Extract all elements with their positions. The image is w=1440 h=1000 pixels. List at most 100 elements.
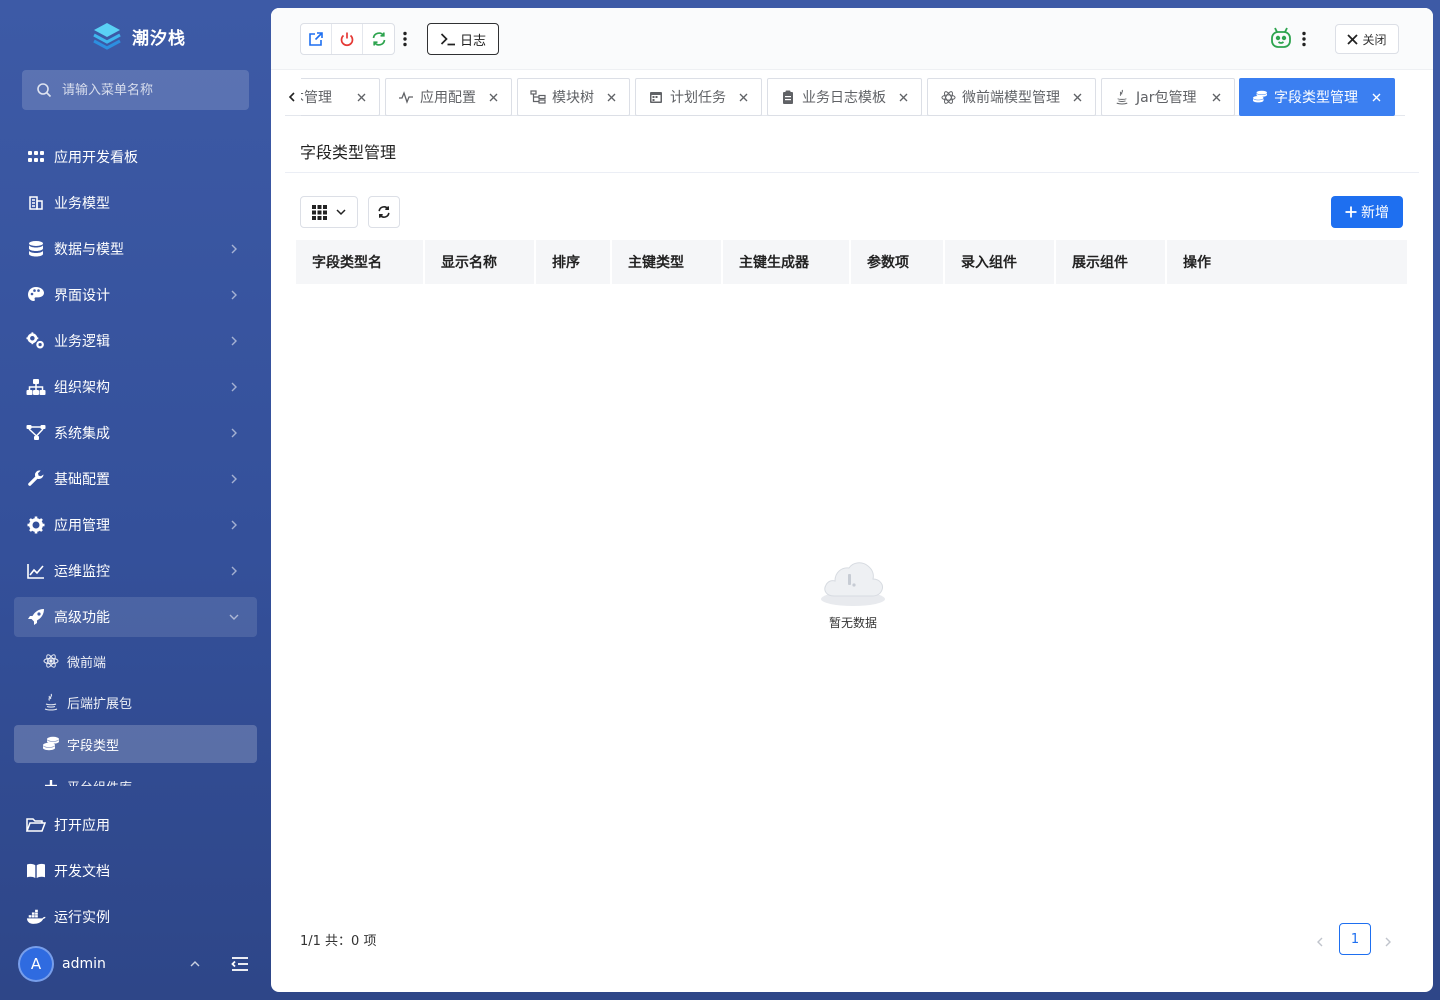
- close-button[interactable]: 关闭: [1335, 24, 1399, 54]
- refresh-button[interactable]: [368, 196, 400, 228]
- coins-icon: [1252, 89, 1268, 105]
- sidebar-item-org-structure[interactable]: 组织架构: [14, 367, 257, 407]
- tab-module-tree[interactable]: 模块树: [517, 78, 630, 116]
- sidebar-subitem-label: 后端扩展包: [67, 696, 133, 712]
- pagination-page[interactable]: 1: [1339, 923, 1371, 955]
- sidebar-item-business-model[interactable]: 业务模型: [14, 183, 257, 223]
- more-vertical-icon[interactable]: [397, 30, 413, 48]
- sidebar-subitem-field-types[interactable]: 字段类型: [14, 725, 257, 763]
- chevron-left-icon[interactable]: [285, 88, 299, 106]
- sidebar-item-running-instances[interactable]: 运行实例: [14, 897, 257, 937]
- sidebar-item-system-integration[interactable]: 系统集成: [14, 413, 257, 453]
- tab-micro-frontend-model[interactable]: 微前端模型管理: [927, 78, 1096, 116]
- sidebar-item-data-model[interactable]: 数据与模型: [14, 229, 257, 269]
- collapse-sidebar-icon[interactable]: [229, 953, 251, 975]
- robot-icon[interactable]: [1269, 26, 1293, 50]
- more-vertical-icon[interactable]: [1296, 30, 1312, 48]
- menu-search-input[interactable]: [62, 82, 232, 98]
- column-header[interactable]: 主键生成器: [723, 240, 851, 284]
- sidebar-item-ui-design[interactable]: 界面设计: [14, 275, 257, 315]
- sidebar-subitem-component-library[interactable]: 平台组件库: [14, 767, 257, 786]
- app-name: 潮汐栈: [132, 28, 186, 49]
- sidebar-item-ops-monitor[interactable]: 运维监控: [14, 551, 257, 591]
- column-header[interactable]: 主键类型: [612, 240, 723, 284]
- close-icon[interactable]: [738, 92, 749, 103]
- main-panel: 日志 关闭 本管理 应用配置 模块树: [271, 8, 1433, 992]
- sidebar-item-dev-docs[interactable]: 开发文档: [14, 851, 257, 891]
- tab-scheduled-tasks[interactable]: 计划任务: [635, 78, 762, 116]
- open-external-button[interactable]: [301, 24, 332, 54]
- app-logo[interactable]: 潮汐栈: [92, 20, 186, 52]
- grid-icon: [26, 147, 46, 167]
- close-icon[interactable]: [606, 92, 617, 103]
- rocket-icon: [26, 607, 46, 627]
- clipboard-icon: [780, 89, 796, 105]
- sidebar-item-advanced-features[interactable]: 高级功能: [14, 597, 257, 637]
- tabs-viewport: 本管理 应用配置 模块树 计划任务 业务日志模板: [301, 78, 1405, 116]
- column-settings-dropdown[interactable]: [300, 196, 358, 228]
- database-icon: [26, 239, 46, 259]
- tab-app-config[interactable]: 应用配置: [385, 78, 512, 116]
- close-icon[interactable]: [1211, 92, 1222, 103]
- sidebar-item-base-config[interactable]: 基础配置: [14, 459, 257, 499]
- avatar[interactable]: A: [18, 946, 54, 982]
- atom-icon: [42, 652, 60, 670]
- sidebar-item-label: 打开应用: [54, 818, 110, 834]
- tree-icon: [530, 89, 546, 105]
- sidebar-item-business-logic[interactable]: 业务逻辑: [14, 321, 257, 361]
- pagination-total: 1/1 共：0 项: [300, 934, 377, 949]
- tab-field-type-management[interactable]: 字段类型管理: [1239, 78, 1395, 116]
- close-icon[interactable]: [1371, 92, 1382, 103]
- close-icon[interactable]: [356, 92, 367, 103]
- log-button-label: 日志: [459, 33, 486, 49]
- power-icon: [340, 32, 354, 47]
- tab-jar-management[interactable]: Jar包管理: [1101, 78, 1235, 116]
- sidebar-item-app-management[interactable]: 应用管理: [14, 505, 257, 545]
- sync-icon: [372, 32, 385, 46]
- log-button[interactable]: 日志: [427, 23, 499, 55]
- close-icon[interactable]: [488, 92, 499, 103]
- add-button[interactable]: 新增: [1331, 196, 1403, 228]
- tab-business-log-template[interactable]: 业务日志模板: [767, 78, 922, 116]
- column-header[interactable]: 参数项: [851, 240, 945, 284]
- sidebar-subitem-label: 字段类型: [67, 738, 120, 754]
- building-icon: [26, 193, 46, 213]
- chevron-left-icon[interactable]: [1313, 934, 1327, 950]
- sidebar-subitem-micro-frontend[interactable]: 微前端: [14, 642, 257, 680]
- cogs-icon: [26, 331, 46, 351]
- column-header[interactable]: 录入组件: [945, 240, 1056, 284]
- close-icon[interactable]: [1072, 92, 1083, 103]
- column-header[interactable]: 展示组件: [1056, 240, 1167, 284]
- line-chart-icon: [26, 561, 46, 581]
- tab-label: 业务日志模板: [802, 90, 886, 106]
- power-button[interactable]: [332, 24, 363, 54]
- chevron-right-icon: [231, 474, 237, 484]
- sidebar-item-label: 高级功能: [54, 610, 110, 626]
- close-button-label: 关闭: [1362, 32, 1387, 47]
- column-header[interactable]: 操作: [1167, 240, 1407, 284]
- sidebar-item-label: 界面设计: [54, 288, 110, 304]
- menu-search[interactable]: [22, 70, 249, 110]
- reload-button[interactable]: [363, 24, 394, 54]
- tab-version-management[interactable]: 本管理: [301, 78, 380, 116]
- sidebar-item-label: 运行实例: [54, 910, 110, 926]
- tab-label: 模块树: [552, 90, 594, 106]
- close-icon[interactable]: [898, 92, 909, 103]
- search-icon: [37, 83, 52, 98]
- chevron-right-icon: [231, 520, 237, 530]
- column-header[interactable]: 字段类型名: [296, 240, 425, 284]
- sidebar-item-open-app[interactable]: 打开应用: [14, 805, 257, 845]
- sidebar-subitem-backend-extensions[interactable]: 后端扩展包: [14, 683, 257, 721]
- wrench-icon: [26, 469, 46, 489]
- column-header[interactable]: 排序: [536, 240, 612, 284]
- user-panel[interactable]: A admin: [18, 946, 258, 982]
- chevron-up-icon[interactable]: [188, 957, 202, 971]
- chevron-right-icon[interactable]: [1381, 934, 1395, 950]
- chevron-right-icon: [231, 244, 237, 254]
- sidebar-item-app-dashboard[interactable]: 应用开发看板: [14, 137, 257, 177]
- table-header: 字段类型名 显示名称 排序 主键类型 主键生成器 参数项 录入组件 展示组件 操…: [296, 240, 1407, 284]
- column-header[interactable]: 显示名称: [425, 240, 536, 284]
- empty-text: 暂无数据: [828, 616, 877, 630]
- chevron-right-icon: [231, 290, 237, 300]
- tab-label: Jar包管理: [1136, 90, 1197, 106]
